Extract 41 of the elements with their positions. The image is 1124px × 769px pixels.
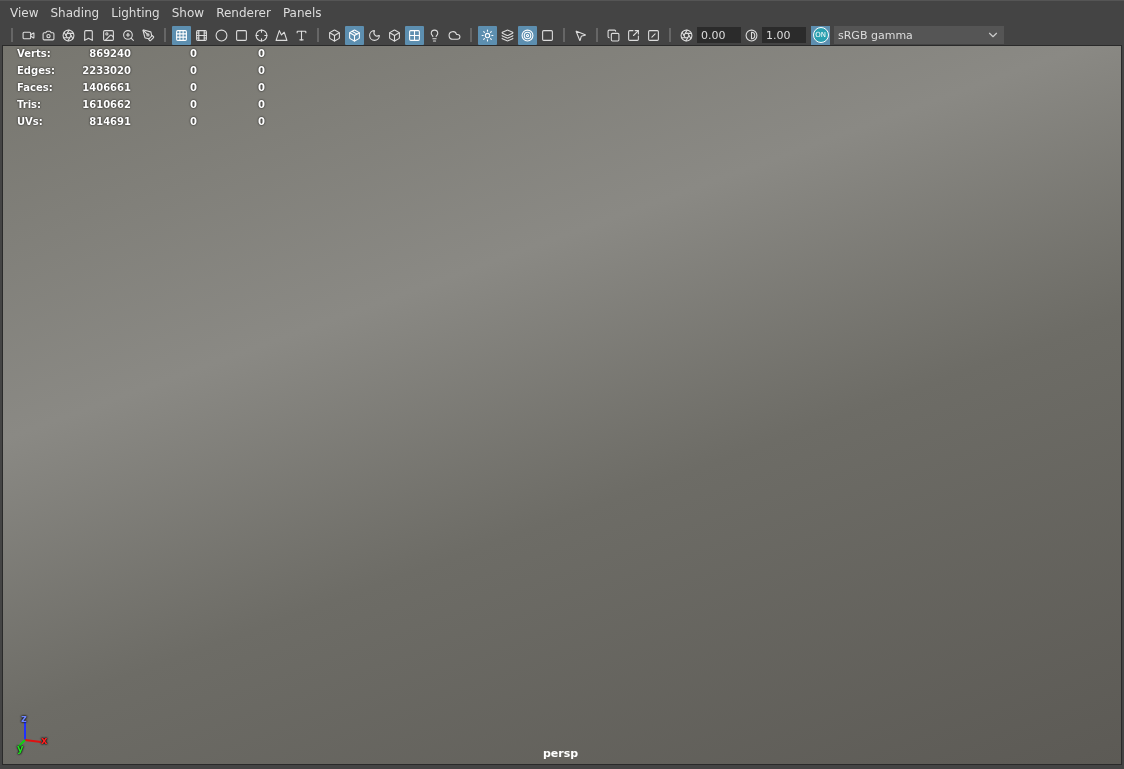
menu-item[interactable]: Panels [276,6,328,20]
stat-value: 0 [189,48,197,59]
stat-value: 0 [189,65,197,76]
grid-button[interactable] [172,25,191,45]
pen-icon [142,28,155,42]
stat-label: Edges: [17,65,56,76]
stat-value: 0 [257,82,265,93]
view-transform-dropdown[interactable]: sRGB gamma [834,26,1004,44]
axis-label: z [21,713,27,724]
stat-value: 0 [189,82,197,93]
stat-value: 1406661 [81,82,131,93]
exposure-field[interactable]: 0.00 [697,27,741,43]
stat-label: Verts: [17,48,52,59]
menu-item[interactable]: View [4,6,45,20]
stat-value: 0 [257,99,265,110]
select-icon [574,28,587,42]
stat-value: 2233020 [81,65,131,76]
stat-label: Faces: [17,82,54,93]
stat-label: UVs: [17,116,44,127]
stat-value: 0 [257,48,265,59]
axis-label: x [41,735,48,746]
gamma-field[interactable]: 1.00 [762,27,806,43]
stat-value: 0 [257,65,265,76]
stat-value: 1610662 [81,99,131,110]
stat-value: 0 [189,116,197,127]
menu-item[interactable]: Shading [44,6,106,20]
light-icon [428,28,441,42]
menu-item[interactable]: Renderer [210,6,277,20]
zoom-icon [122,28,135,42]
stat-label: Tris: [17,99,43,110]
stat-value: 0 [257,116,265,127]
menu-item[interactable]: Lighting [105,6,166,20]
camera-label: persp [543,747,579,760]
bookmark-icon [82,28,95,42]
menu-item[interactable]: Show [165,6,211,20]
axis-label: y [17,743,24,754]
grid-icon [175,28,188,42]
image-plane-icon [102,28,115,42]
stat-value: 869240 [88,48,131,59]
stat-value: 0 [189,99,197,110]
stat-value: 814691 [88,116,131,127]
